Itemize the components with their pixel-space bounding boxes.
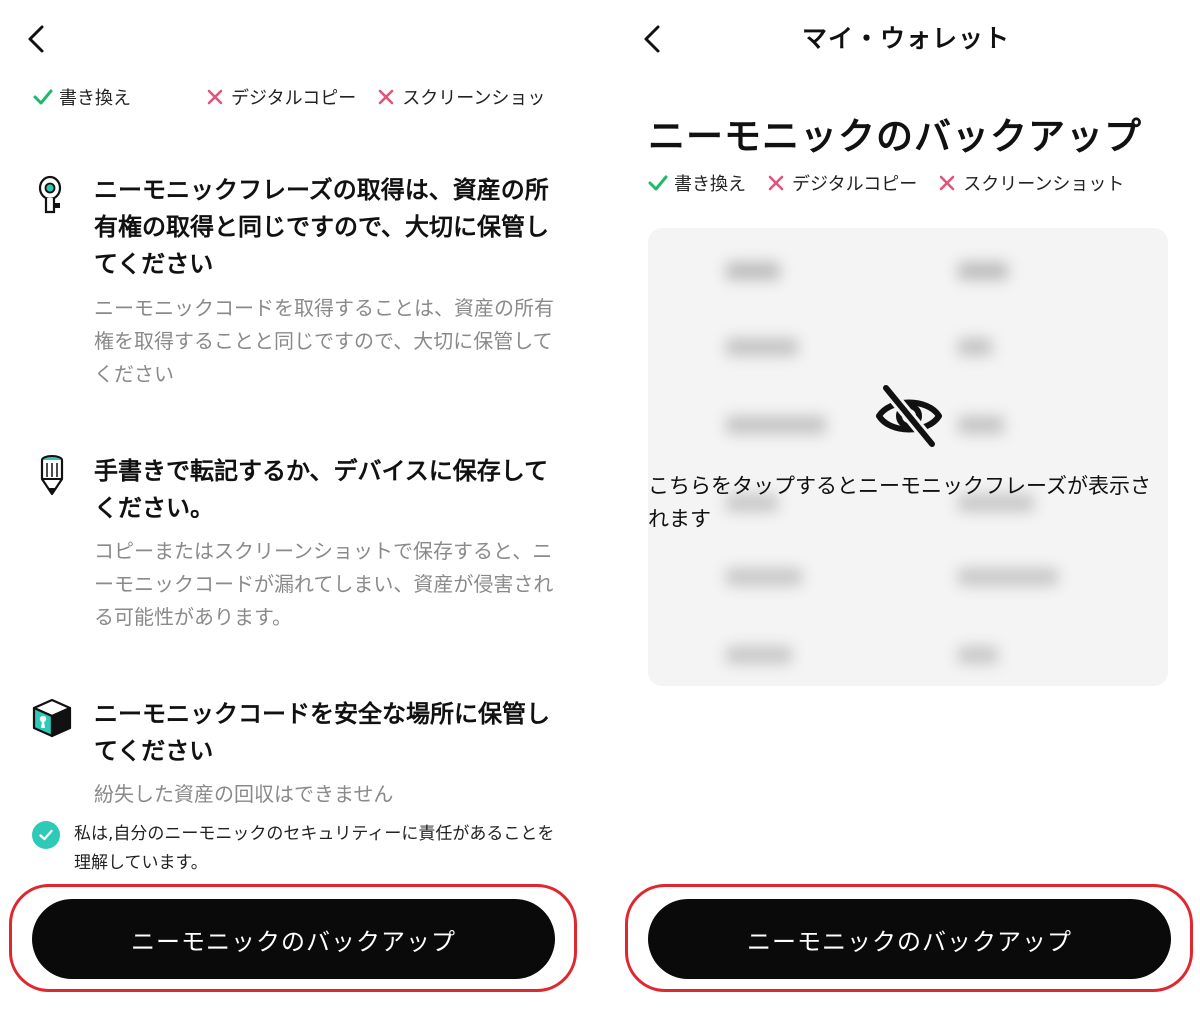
confirm-text: 私は,自分のニーモニックのセキュリティーに責任があることを理解しています。 <box>74 824 555 873</box>
backup-mnemonic-button[interactable]: ニーモニックのバックアップ <box>32 899 555 979</box>
page-title: ニーモニックのバックアップ <box>648 115 1142 158</box>
backup-method-tags: 書き換え デジタルコピー スクリーンショッ <box>33 84 555 110</box>
safe-box-icon <box>32 698 72 738</box>
blurred-phrase-grid <box>648 228 1168 686</box>
section-description: ニーモニックコードを取得することは、資産の所有権を取得することと同じですので、大… <box>94 296 554 386</box>
backup-mnemonic-button[interactable]: ニーモニックのバックアップ <box>648 899 1171 979</box>
key-icon <box>38 175 62 214</box>
eye-slash-icon <box>876 382 942 450</box>
tag-label: スクリーンショット <box>963 174 1125 195</box>
pen-icon <box>40 455 64 496</box>
check-icon <box>33 89 53 105</box>
backup-method-tags: 書き換え デジタルコピー スクリーンショット <box>648 170 1188 196</box>
back-button[interactable] <box>22 22 52 56</box>
tag-digital-copy: デジタルコピー <box>766 170 917 196</box>
responsibility-confirmation: 私は,自分のニーモニックのセキュリティーに責任があることを理解しています。 <box>32 820 562 878</box>
confirm-checkbox[interactable] <box>32 821 60 849</box>
nav-title: マイ・ウォレット <box>801 24 1010 53</box>
warning-section-ownership: ニーモニックフレーズの取得は、資産の所有権の取得と同じですので、大切に保管してく… <box>30 172 560 392</box>
section-title: 手書きで転記するか、デバイスに保存してください。 <box>94 457 549 522</box>
highlight-outline: ニーモニックのバックアップ <box>9 884 577 992</box>
tag-label: スクリーンショッ <box>402 88 546 109</box>
cross-icon <box>378 89 394 105</box>
tag-digital-copy: デジタルコピー <box>205 84 356 110</box>
tag-label: デジタルコピー <box>792 174 918 195</box>
section-title: ニーモニックフレーズの取得は、資産の所有権の取得と同じですので、大切に保管してく… <box>94 176 550 278</box>
tag-rewrite: 書き換え <box>648 170 746 196</box>
tag-label: 書き換え <box>674 174 746 195</box>
tag-label: 書き換え <box>59 88 131 109</box>
mnemonic-backup-screen: マイ・ウォレット ニーモニックのバックアップ 書き換え デジタルコピー スクリー… <box>600 0 1200 1010</box>
tag-screenshot: スクリーンショッ <box>376 84 545 110</box>
tag-rewrite: 書き換え <box>33 84 131 110</box>
tap-to-reveal-text[interactable]: こちらをタップするとニーモニックフレーズが表示されます <box>648 470 1168 536</box>
checkmark-icon <box>39 829 53 841</box>
cross-icon <box>768 175 784 191</box>
section-description: 紛失した資産の回収はできません <box>94 782 394 806</box>
tag-screenshot: スクリーンショット <box>937 170 1124 196</box>
warning-section-handwrite: 手書きで転記するか、デバイスに保存してください。 コピーまたはスクリーンショット… <box>30 453 560 643</box>
section-title: ニーモニックコードを安全な場所に保管してください <box>94 700 550 765</box>
chevron-left-icon <box>28 25 44 53</box>
tag-label: デジタルコピー <box>231 88 357 109</box>
cross-icon <box>939 175 955 191</box>
hidden-mnemonic-phrase-card[interactable] <box>648 228 1168 686</box>
warning-section-safe-storage: ニーモニックコードを安全な場所に保管してください 紛失した資産の回収はできません <box>30 696 560 816</box>
section-description: コピーまたはスクリーンショットで保存すると、ニーモニックコードが漏れてしまい、資… <box>94 539 554 629</box>
mnemonic-warning-screen: 書き換え デジタルコピー スクリーンショッ ニーモニックフレーズの取得は、資産の… <box>0 0 600 1010</box>
highlight-outline: ニーモニックのバックアップ <box>625 884 1193 992</box>
cross-icon <box>207 89 223 105</box>
check-icon <box>648 175 668 191</box>
